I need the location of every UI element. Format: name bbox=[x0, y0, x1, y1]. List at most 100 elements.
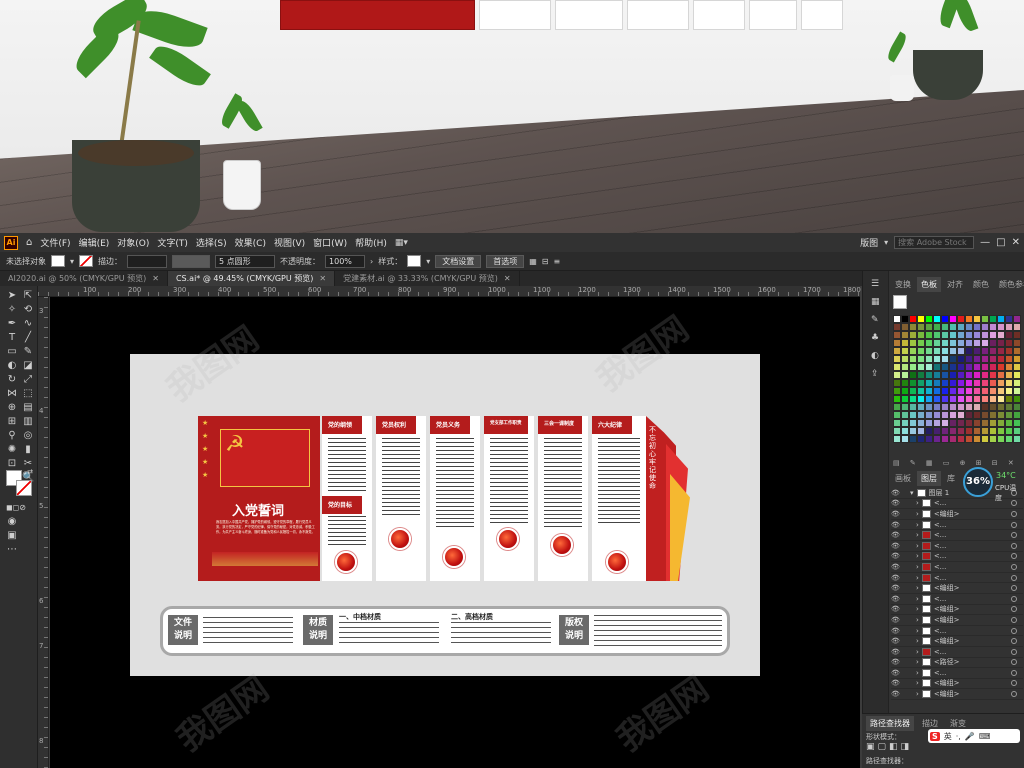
color-swatch[interactable] bbox=[973, 379, 981, 387]
layer-row[interactable]: 👁 › <编组> bbox=[891, 636, 1023, 647]
target-circle-icon[interactable] bbox=[1011, 627, 1017, 634]
menu-help[interactable]: 帮助(H) bbox=[355, 236, 387, 249]
color-swatch[interactable] bbox=[1005, 347, 1013, 355]
swatches-icon[interactable]: ▦ bbox=[871, 297, 880, 307]
color-swatch[interactable] bbox=[949, 315, 957, 323]
layer-name[interactable]: <路径> bbox=[934, 657, 960, 667]
color-swatch[interactable] bbox=[997, 395, 1005, 403]
menu-effect[interactable]: 效果(C) bbox=[235, 236, 266, 249]
panel-member-rights[interactable]: 党员权利 bbox=[376, 416, 426, 581]
color-swatch[interactable] bbox=[933, 435, 941, 443]
rectangle-tool-icon[interactable]: ▭ bbox=[6, 346, 18, 358]
expand-arrow-icon[interactable]: › bbox=[916, 605, 919, 613]
color-swatch[interactable] bbox=[989, 363, 997, 371]
eraser-icon[interactable]: ◪ bbox=[22, 360, 34, 372]
color-swatch[interactable] bbox=[989, 331, 997, 339]
color-swatch[interactable] bbox=[973, 331, 981, 339]
color-swatch[interactable] bbox=[941, 419, 949, 427]
color-swatch[interactable] bbox=[949, 371, 957, 379]
color-swatch[interactable] bbox=[997, 371, 1005, 379]
color-swatch[interactable] bbox=[893, 371, 901, 379]
tab-party-material[interactable]: 党建素材.ai @ 33.33% (CMYK/GPU 预览) ✕ bbox=[335, 271, 520, 286]
color-swatch[interactable] bbox=[965, 339, 973, 347]
color-swatch[interactable] bbox=[949, 363, 957, 371]
layer-name[interactable]: <... bbox=[934, 595, 947, 603]
tab-color[interactable]: 颜色 bbox=[969, 277, 993, 292]
color-swatch[interactable] bbox=[989, 395, 997, 403]
color-swatch[interactable] bbox=[917, 435, 925, 443]
tab-align[interactable]: 对齐 bbox=[943, 277, 967, 292]
color-swatch[interactable] bbox=[933, 411, 941, 419]
layer-row[interactable]: 👁 › <编组> bbox=[891, 583, 1023, 594]
color-swatch[interactable] bbox=[909, 379, 917, 387]
color-swatch[interactable] bbox=[917, 427, 925, 435]
expand-arrow-icon[interactable]: › bbox=[916, 499, 919, 507]
color-swatch[interactable] bbox=[917, 371, 925, 379]
color-swatch[interactable] bbox=[1005, 403, 1013, 411]
color-swatch[interactable] bbox=[981, 355, 989, 363]
color-swatch[interactable] bbox=[957, 315, 965, 323]
color-swatch[interactable] bbox=[1005, 411, 1013, 419]
color-swatch[interactable] bbox=[941, 323, 949, 331]
color-swatch[interactable] bbox=[957, 435, 965, 443]
tab-pathfinder[interactable]: 路径查找器 bbox=[866, 716, 914, 731]
symbol-sprayer-icon[interactable]: ✺ bbox=[6, 444, 18, 456]
color-swatch[interactable] bbox=[901, 427, 909, 435]
explanation-bar[interactable]: 文件 说明 材质 说明 一、中档材质 二、高档材质 版权 说明 bbox=[160, 606, 730, 656]
color-swatch[interactable] bbox=[1005, 387, 1013, 395]
style-swatch[interactable] bbox=[407, 255, 422, 267]
align-icon[interactable]: ⊟ bbox=[542, 257, 549, 266]
layer-name[interactable]: <... bbox=[934, 574, 947, 582]
tab-swatches[interactable]: 色板 bbox=[917, 277, 941, 292]
color-swatch[interactable] bbox=[949, 435, 957, 443]
color-swatch[interactable] bbox=[1013, 379, 1021, 387]
color-swatch[interactable] bbox=[989, 355, 997, 363]
color-swatch[interactable] bbox=[989, 387, 997, 395]
layer-name[interactable]: <... bbox=[934, 542, 947, 550]
color-swatch[interactable] bbox=[1005, 315, 1013, 323]
color-swatch[interactable] bbox=[949, 331, 957, 339]
color-swatch[interactable] bbox=[981, 387, 989, 395]
color-swatch[interactable] bbox=[933, 315, 941, 323]
menu-file[interactable]: 文件(F) bbox=[40, 236, 70, 249]
color-swatch[interactable] bbox=[893, 331, 901, 339]
color-swatch[interactable] bbox=[941, 363, 949, 371]
color-swatch[interactable] bbox=[893, 403, 901, 411]
color-swatch[interactable] bbox=[997, 411, 1005, 419]
visibility-eye-icon[interactable]: 👁 bbox=[891, 563, 900, 571]
layer-name[interactable]: <... bbox=[934, 627, 947, 635]
document-setup-button[interactable]: 文档设置 bbox=[435, 254, 482, 268]
color-swatch[interactable] bbox=[1013, 395, 1021, 403]
visibility-eye-icon[interactable]: 👁 bbox=[891, 627, 900, 635]
visibility-eye-icon[interactable]: 👁 bbox=[891, 595, 900, 603]
color-swatch[interactable] bbox=[925, 363, 933, 371]
swatch-grid[interactable] bbox=[893, 315, 1021, 443]
layer-name[interactable]: <编组> bbox=[934, 678, 960, 688]
color-swatch[interactable] bbox=[925, 315, 933, 323]
color-swatch[interactable] bbox=[925, 435, 933, 443]
layer-row[interactable]: 👁 › <... bbox=[891, 626, 1023, 637]
color-swatch[interactable] bbox=[989, 323, 997, 331]
color-swatch[interactable] bbox=[965, 379, 973, 387]
color-swatch[interactable] bbox=[1013, 331, 1021, 339]
color-swatch[interactable] bbox=[1013, 435, 1021, 443]
color-swatch[interactable] bbox=[901, 387, 909, 395]
color-swatch[interactable] bbox=[941, 355, 949, 363]
layer-row[interactable]: 👁 › <... bbox=[891, 594, 1023, 605]
color-swatch[interactable] bbox=[925, 419, 933, 427]
color-mode-icon[interactable]: ◼◻⊘ bbox=[6, 502, 26, 514]
color-swatch[interactable] bbox=[941, 347, 949, 355]
layer-row[interactable]: 👁 › <... bbox=[891, 552, 1023, 563]
panel-six-disciplines[interactable]: 六大纪律 bbox=[592, 416, 646, 581]
layer-row[interactable]: 👁 › <... bbox=[891, 520, 1023, 531]
layer-name[interactable]: <... bbox=[934, 648, 947, 656]
layer-name[interactable]: <... bbox=[934, 531, 947, 539]
color-swatch[interactable] bbox=[981, 363, 989, 371]
color-swatch[interactable] bbox=[917, 323, 925, 331]
color-swatch[interactable] bbox=[981, 347, 989, 355]
expand-arrow-icon[interactable]: › bbox=[916, 595, 919, 603]
visibility-eye-icon[interactable]: 👁 bbox=[891, 669, 900, 677]
color-swatch[interactable] bbox=[1013, 419, 1021, 427]
menu-object[interactable]: 对象(O) bbox=[117, 236, 149, 249]
graph-tool-icon[interactable]: ▮ bbox=[22, 444, 34, 456]
